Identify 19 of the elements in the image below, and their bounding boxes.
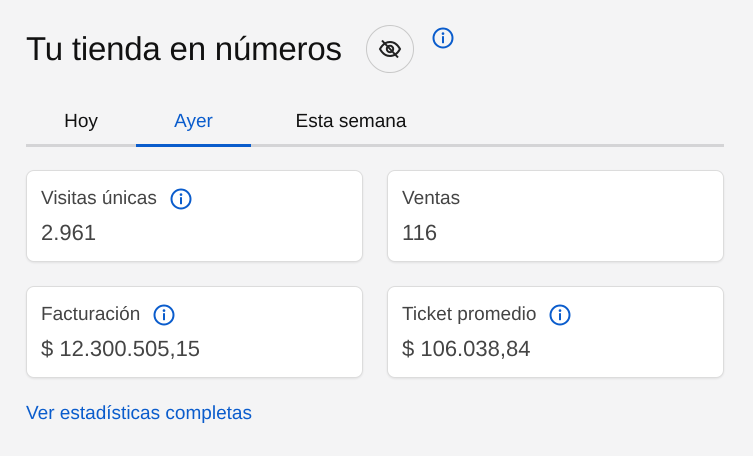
hide-values-button[interactable] xyxy=(366,25,414,73)
info-icon[interactable] xyxy=(432,27,454,49)
tab[interactable]: Ayer xyxy=(136,100,251,147)
metric-value: 116 xyxy=(402,220,438,246)
full-stats-link[interactable]: Ver estadísticas completas xyxy=(26,403,252,425)
info-icon[interactable] xyxy=(153,304,176,326)
metric-label: Facturación xyxy=(41,304,140,326)
metric-label: Ventas xyxy=(402,188,460,210)
metric-label: Ticket promedio xyxy=(402,304,536,326)
tab[interactable]: Esta semana xyxy=(251,100,451,147)
info-icon[interactable] xyxy=(170,188,192,210)
section-title: Tu tienda en números xyxy=(26,30,342,68)
metric-label: Visitas únicas xyxy=(41,188,157,210)
tab[interactable]: Hoy xyxy=(26,100,136,147)
metric-value: 2.961 xyxy=(41,220,98,246)
eye-slash-icon xyxy=(378,37,402,61)
info-icon[interactable] xyxy=(549,304,572,326)
metric-value: $ 12.300.505,15 xyxy=(41,336,202,362)
metric-value: $ 106.038,84 xyxy=(402,336,532,362)
